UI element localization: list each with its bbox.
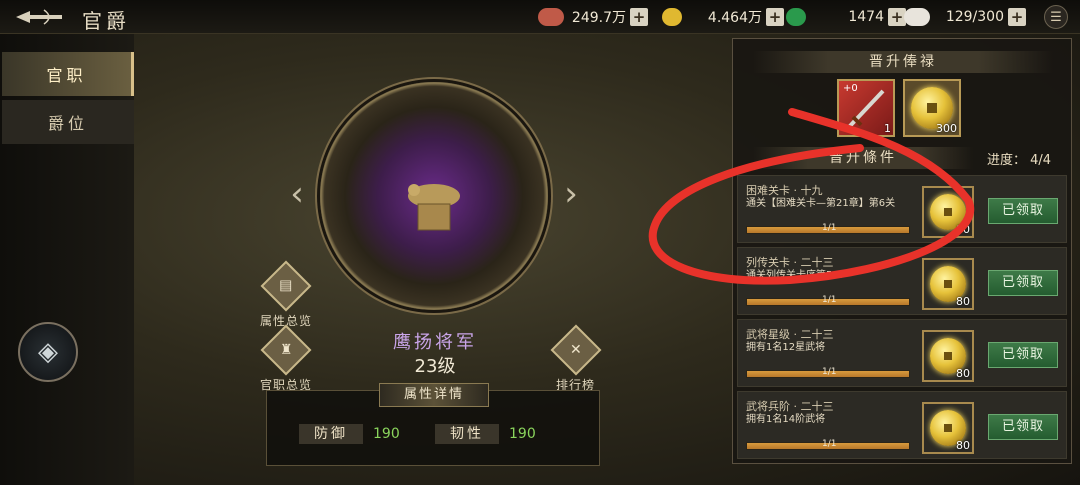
- attribute-value: 190: [373, 426, 400, 442]
- task-progress-text: 1/1: [822, 223, 837, 233]
- scroll-icon: ▤: [260, 260, 312, 312]
- task-progress-text: 1/1: [822, 367, 837, 377]
- resource-value: 249.7万: [571, 10, 626, 26]
- tab-official-post[interactable]: 官职: [2, 52, 134, 96]
- rank-level: 23级: [414, 356, 456, 377]
- chevron-left-icon: ‹: [290, 174, 304, 214]
- salary-title: 晋升俸禄: [753, 51, 1053, 73]
- reward-count: 1: [884, 122, 891, 135]
- claimed-button[interactable]: 已领取: [988, 342, 1058, 368]
- task-reward[interactable]: 80: [922, 402, 974, 454]
- seal-icon: ♜: [260, 324, 312, 376]
- add-silver-button[interactable]: +: [630, 8, 648, 26]
- task-title: 武将星级 · 二十三: [746, 328, 834, 341]
- task-item: 武将兵阶 · 二十三 拥有1名14阶武将 1/1 80 已领取: [737, 391, 1067, 459]
- gold-reward[interactable]: 300: [903, 79, 961, 137]
- task-reward[interactable]: 80: [922, 330, 974, 382]
- silver-ingot-icon: [538, 8, 564, 26]
- task-item: 列传关卡 · 二十三 通关列传关卡序篇5-1 1/1 80 已领取: [737, 247, 1067, 315]
- menu-icon: ☰: [1050, 9, 1062, 25]
- task-title: 武将兵阶 · 二十三: [746, 400, 834, 413]
- next-rank-button[interactable]: ›: [556, 174, 586, 214]
- prev-rank-button[interactable]: ‹: [282, 174, 312, 214]
- trophy-icon: ✕: [550, 324, 601, 376]
- task-item: 困难关卡 · 十九 通关【困难关卡—第21章】第6关 1/1 80 已领取: [737, 175, 1067, 243]
- resource-value: 4.464万: [707, 10, 762, 26]
- task-desc: 拥有1名12星武将: [746, 342, 826, 353]
- resource-silver: 249.7万 +: [538, 6, 648, 28]
- side-menu-button[interactable]: ◈: [18, 322, 78, 382]
- task-progress-text: 1/1: [822, 295, 837, 305]
- back-arrow-icon: [16, 9, 62, 25]
- task-title: 列传关卡 · 二十三: [746, 256, 834, 269]
- jade-coin-icon: [786, 8, 806, 26]
- reward-count: 80: [956, 223, 970, 236]
- page-title: 官爵: [82, 9, 130, 33]
- reward-count: 300: [936, 122, 957, 135]
- bull-seal-icon: [408, 184, 460, 231]
- chevron-right-icon: ›: [564, 174, 578, 214]
- rank-name: 鹰扬将军: [393, 332, 477, 353]
- sidebar: 官职 爵位: [0, 34, 134, 485]
- reward-count: 80: [956, 367, 970, 380]
- conditions-title: 晋升條件: [753, 147, 973, 169]
- attribute-details-title: 属性详情: [379, 383, 489, 407]
- official-overview-button[interactable]: ♜ 官职总览: [260, 324, 312, 393]
- add-stamina-button[interactable]: +: [1008, 8, 1026, 26]
- attribute-key: 韧性: [435, 424, 499, 444]
- task-progress-text: 1/1: [822, 439, 837, 449]
- resource-value: 1474: [848, 9, 884, 25]
- add-gold-button[interactable]: +: [766, 8, 784, 26]
- progress-value: 4/4: [1030, 153, 1052, 168]
- back-button[interactable]: [14, 6, 66, 28]
- task-desc: 通关列传关卡序篇5-1: [746, 270, 843, 281]
- resource-gold: 4.464万 +: [662, 6, 784, 28]
- attribute-row: 韧性 190: [435, 424, 536, 444]
- reward-badge: +0: [843, 83, 858, 94]
- rice-stamina-icon: [904, 8, 930, 26]
- tab-nobility[interactable]: 爵位: [2, 100, 134, 144]
- task-title: 困难关卡 · 十九: [746, 184, 823, 197]
- sword-reward[interactable]: +0 1: [837, 79, 895, 137]
- attribute-row: 防御 190: [299, 424, 400, 444]
- task-item: 武将星级 · 二十三 拥有1名12星武将 1/1 80 已领取: [737, 319, 1067, 387]
- attr-overview-button[interactable]: ▤ 属性总览: [260, 260, 312, 329]
- gold-coin-icon: [662, 8, 682, 26]
- promotion-panel: 晋升俸禄 +0 1 300 晋升條件 进度： 4/4 困难关卡 · 十九 通关【…: [732, 38, 1072, 464]
- crest-icon: ◈: [38, 337, 58, 367]
- resource-stamina: 129/300 +: [904, 6, 1026, 28]
- task-desc: 拥有1名14阶武将: [746, 414, 826, 425]
- top-bar: 官爵 249.7万 + 4.464万 + 1474 + 129/300 + ☰: [0, 0, 1080, 34]
- task-reward[interactable]: 80: [922, 258, 974, 310]
- attribute-details-panel: 属性详情 防御 190 韧性 190: [266, 383, 600, 466]
- attribute-value: 190: [509, 426, 536, 442]
- menu-button[interactable]: ☰: [1044, 5, 1068, 29]
- overall-progress: 进度： 4/4: [987, 149, 1051, 168]
- leaderboard-button[interactable]: ✕ 排行榜: [550, 324, 601, 393]
- claimed-button[interactable]: 已领取: [988, 414, 1058, 440]
- task-reward[interactable]: 80: [922, 186, 974, 238]
- reward-count: 80: [956, 295, 970, 308]
- progress-label: 进度：: [987, 153, 1027, 168]
- claimed-button[interactable]: 已领取: [988, 270, 1058, 296]
- resource-jade: 1474 +: [786, 6, 906, 28]
- claimed-button[interactable]: 已领取: [988, 198, 1058, 224]
- reward-count: 80: [956, 439, 970, 452]
- resource-value: 129/300: [945, 9, 1004, 25]
- task-desc: 通关【困难关卡—第21章】第6关: [746, 198, 896, 209]
- attribute-key: 防御: [299, 424, 363, 444]
